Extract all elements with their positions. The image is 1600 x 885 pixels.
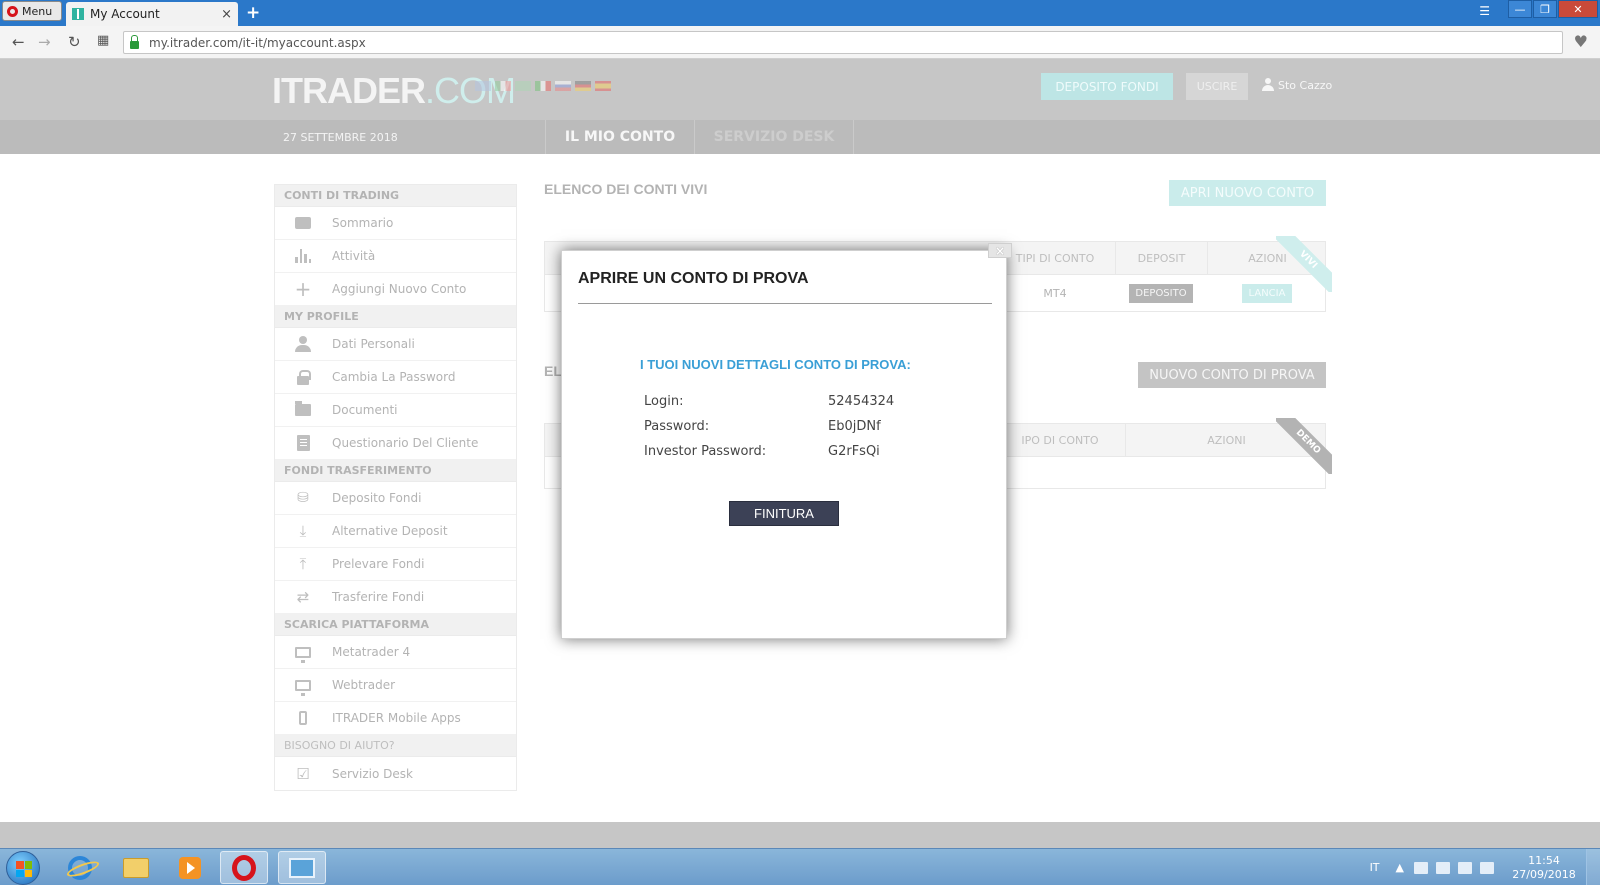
close-window-button[interactable]: ✕ <box>1558 0 1598 18</box>
language-indicator[interactable]: IT <box>1370 861 1380 874</box>
url-text: my.itrader.com/it-it/myaccount.aspx <box>149 35 366 50</box>
browser-tab-bar: Menu My Account × + ☰ — ❐ ✕ <box>0 0 1600 26</box>
demo-account-modal: × APRIRE UN CONTO DI PROVA I TUOI NUOVI … <box>561 243 1012 639</box>
tray-expand-icon[interactable]: ▲ <box>1396 861 1404 874</box>
credential-label: Password: <box>644 419 710 434</box>
modal-divider <box>578 303 992 304</box>
opera-menu-label: Menu <box>22 4 53 18</box>
modal-subtitle: I TUOI NUOVI DETTAGLI CONTO DI PROVA: <box>640 357 911 372</box>
remote-desktop-icon <box>289 857 315 878</box>
windows-logo-icon <box>16 861 32 877</box>
clock-time: 11:54 <box>1528 853 1560 867</box>
action-center-flag-icon[interactable] <box>1480 861 1494 874</box>
modal-close-icon[interactable]: × <box>988 243 1012 258</box>
clock-date: 27/09/2018 <box>1512 867 1576 881</box>
minimize-button[interactable]: — <box>1508 0 1532 18</box>
internet-explorer-icon <box>68 855 92 880</box>
tray-app-icon[interactable] <box>1414 861 1428 874</box>
taskbar-file-explorer[interactable] <box>112 851 160 884</box>
credential-label: Investor Password: <box>644 444 767 459</box>
page-content: ITRADER.COM DEPOSITO FONDI USCIRE Sto Ca… <box>0 59 1600 848</box>
url-field[interactable]: my.itrader.com/it-it/myaccount.aspx <box>123 31 1563 54</box>
media-player-icon <box>179 856 201 879</box>
new-tab-button[interactable]: + <box>246 3 260 23</box>
windows-taskbar: IT ▲ 11:54 27/09/2018 <box>0 848 1600 885</box>
speed-dial-grid-icon[interactable]: ▦ <box>97 33 109 48</box>
bookmark-heart-icon[interactable]: ♥ <box>1574 32 1588 51</box>
finish-button[interactable]: FINITURA <box>729 501 839 526</box>
back-arrow-icon[interactable]: ← <box>12 33 25 51</box>
show-desktop-button[interactable] <box>1586 849 1600 885</box>
credential-value: 52454324 <box>828 394 895 409</box>
tab-menu-icon[interactable]: ☰ <box>1479 4 1490 18</box>
reload-icon[interactable]: ↻ <box>68 33 81 51</box>
taskbar-opera[interactable] <box>220 851 268 884</box>
secure-lock-icon <box>130 34 139 49</box>
itrader-favicon-icon <box>72 8 84 20</box>
taskbar-remote-app[interactable] <box>278 851 326 884</box>
credential-label: Login: <box>644 394 684 409</box>
volume-muted-icon[interactable] <box>1436 861 1450 874</box>
window-controls: — ❐ ✕ <box>1508 0 1598 18</box>
opera-icon <box>232 854 256 881</box>
browser-tab-my-account[interactable]: My Account × <box>66 2 238 26</box>
taskbar-internet-explorer[interactable] <box>56 851 104 884</box>
address-bar: ← → ↻ ▦ my.itrader.com/it-it/myaccount.a… <box>0 26 1600 59</box>
opera-logo-icon <box>7 5 18 17</box>
network-icon[interactable] <box>1458 861 1472 874</box>
start-button[interactable] <box>6 851 40 885</box>
modal-title: APRIRE UN CONTO DI PROVA <box>578 270 809 287</box>
tab-title: My Account <box>90 7 160 21</box>
folder-icon <box>123 857 149 878</box>
opera-menu-button[interactable]: Menu <box>2 1 62 21</box>
tab-close-icon[interactable]: × <box>221 7 232 22</box>
taskbar-media-player[interactable] <box>166 851 214 884</box>
credential-value: G2rFsQi <box>828 444 880 459</box>
system-tray: IT ▲ 11:54 27/09/2018 <box>1370 849 1600 885</box>
restore-button[interactable]: ❐ <box>1533 0 1557 18</box>
system-clock[interactable]: 11:54 27/09/2018 <box>1502 854 1586 882</box>
credential-value: Eb0jDNf <box>828 419 881 434</box>
forward-arrow-icon[interactable]: → <box>38 33 51 51</box>
